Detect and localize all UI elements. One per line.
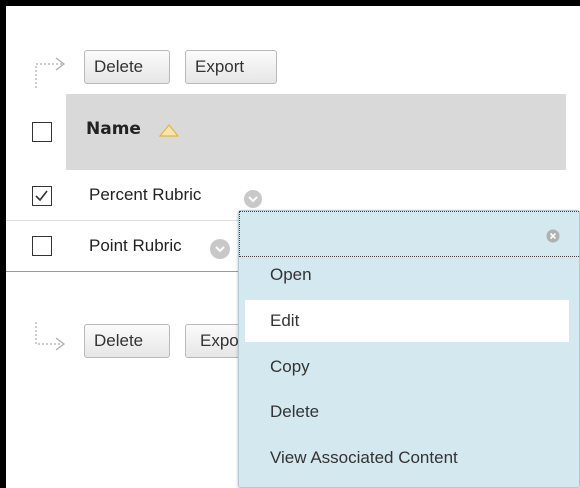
checkmark-icon — [35, 190, 48, 202]
menu-item-edit[interactable]: Edit — [245, 300, 569, 342]
row-name-link[interactable]: Percent Rubric — [89, 185, 201, 205]
menu-item-open[interactable]: Open — [239, 254, 569, 296]
context-menu: Open Edit Copy Delete View Associated Co… — [238, 210, 580, 488]
delete-button-bottom[interactable]: Delete — [84, 324, 170, 358]
row-checkbox[interactable] — [32, 236, 52, 256]
context-menu-header — [239, 211, 580, 257]
chevron-down-icon[interactable] — [243, 189, 263, 209]
table-header: Name — [6, 94, 580, 170]
chevron-down-icon[interactable] — [209, 238, 231, 260]
row-name-link[interactable]: Point Rubric — [89, 236, 182, 256]
menu-item-view-associated-content[interactable]: View Associated Content — [239, 437, 569, 479]
close-icon[interactable] — [546, 229, 560, 243]
menu-item-delete[interactable]: Delete — [239, 391, 569, 433]
row-checkbox-checked[interactable] — [32, 186, 52, 206]
rubrics-panel: Delete Export Name Percent Rubric Point … — [6, 6, 580, 488]
menu-item-copy[interactable]: Copy — [239, 346, 569, 388]
name-column-label: Name — [86, 119, 141, 139]
bulk-action-arrow-icon — [35, 322, 65, 351]
bulk-action-arrow-icon — [35, 57, 65, 88]
name-column-header[interactable]: Name — [66, 94, 566, 170]
select-all-checkbox[interactable] — [32, 122, 52, 142]
delete-button-top[interactable]: Delete — [84, 50, 170, 84]
export-button-top[interactable]: Export — [185, 50, 277, 84]
sort-ascending-icon[interactable] — [159, 124, 179, 137]
